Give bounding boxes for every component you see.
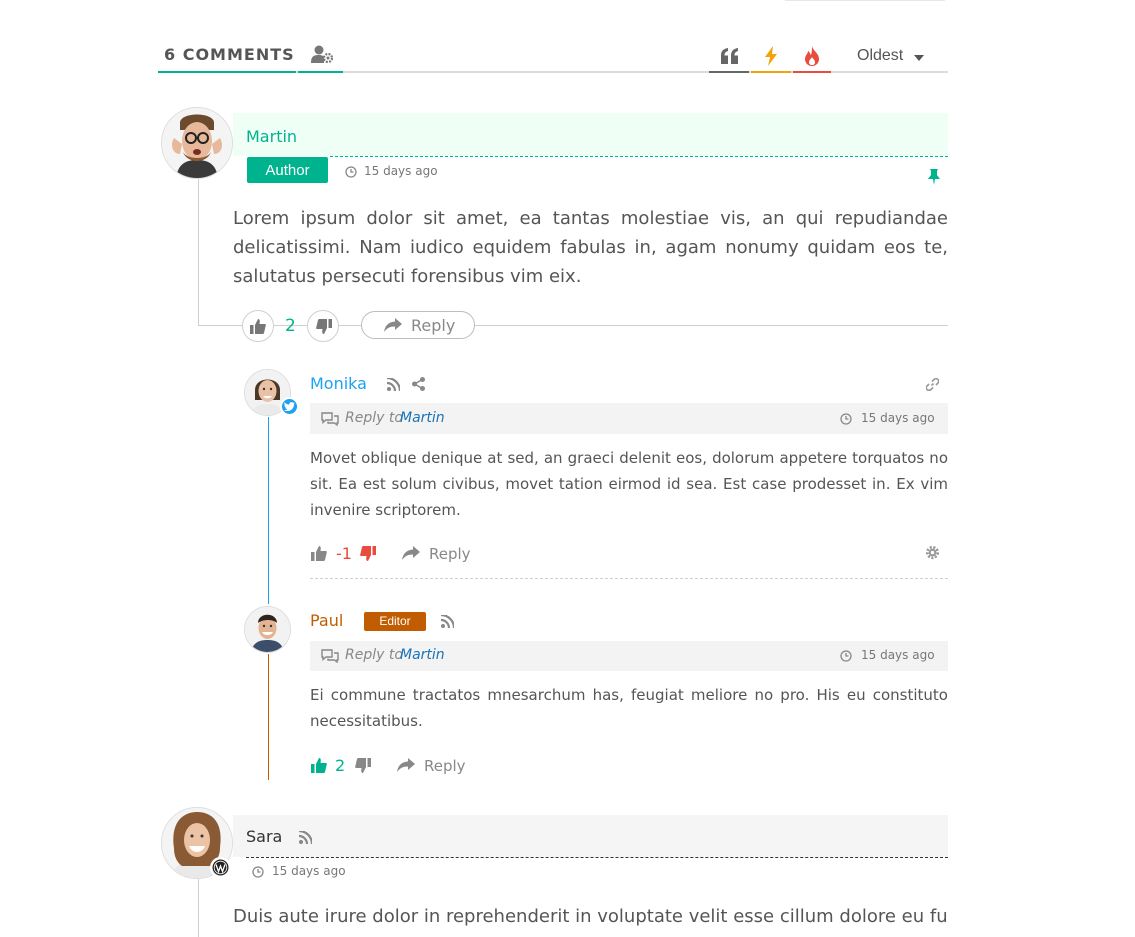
clock-icon: [252, 866, 264, 878]
rss-icon[interactable]: [299, 831, 312, 844]
comment-author[interactable]: Sara: [246, 827, 282, 846]
comment-header-band: [233, 815, 948, 857]
comment-date[interactable]: 15 days ago: [272, 864, 346, 878]
comment-sara: Sara 15 days ago Duis aute irure dolor i…: [0, 0, 1135, 937]
comment-header-divider: [246, 857, 948, 858]
comment-text: Duis aute irure dolor in reprehenderit i…: [233, 906, 948, 927]
wordpress-icon: [210, 857, 231, 878]
thread-line: [198, 878, 199, 937]
